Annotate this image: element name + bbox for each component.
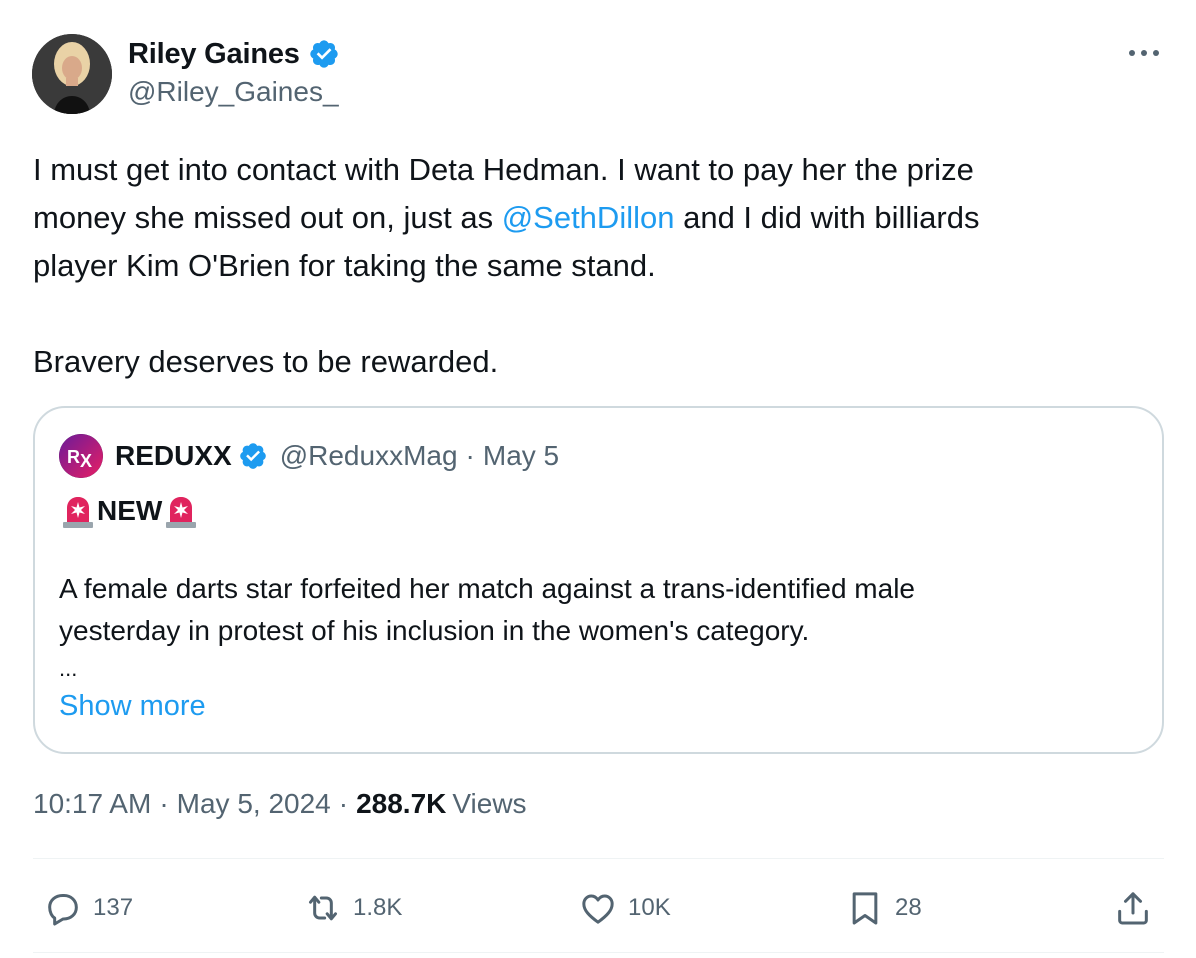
share-icon <box>1118 892 1148 925</box>
bookmark-icon <box>852 892 878 925</box>
quoted-author-name[interactable]: REDUXX <box>115 440 232 472</box>
quoted-tweet-card[interactable]: R X REDUXX @ReduxxMag · May 5 NEW A fema… <box>33 406 1164 754</box>
reply-button[interactable]: 137 <box>43 880 133 936</box>
more-horizontal-icon <box>1129 50 1159 56</box>
retweet-icon <box>309 895 337 921</box>
author-avatar[interactable] <box>32 34 112 114</box>
quoted-author-avatar[interactable]: R X <box>59 434 103 478</box>
verified-badge-icon[interactable] <box>308 38 340 70</box>
like-count: 10K <box>628 894 671 921</box>
separator-dot: · <box>338 788 349 819</box>
mention-link[interactable]: @SethDillon <box>502 200 675 235</box>
bookmark-button[interactable]: 28 <box>845 880 922 936</box>
tweet-line-fragment: and I did with billiards <box>674 200 980 235</box>
show-more-link[interactable]: Show more <box>59 690 206 723</box>
svg-text:X: X <box>80 451 92 471</box>
tweet-line: money she missed out on, just as @SethDi… <box>33 194 1153 242</box>
share-button[interactable] <box>1113 880 1153 936</box>
author-display-name[interactable]: Riley Gaines <box>128 38 300 71</box>
quoted-tweet-date[interactable]: May 5 <box>483 440 559 472</box>
like-button[interactable]: 10K <box>578 880 671 936</box>
police-light-icon <box>63 497 93 528</box>
quoted-author-handle[interactable]: @ReduxxMag <box>280 440 458 472</box>
reply-icon <box>48 894 78 926</box>
svg-text:R: R <box>67 447 80 467</box>
reply-count: 137 <box>93 894 134 921</box>
tweet-meta: 10:17 AM · May 5, 2024 · 288.7K Views <box>33 788 527 820</box>
tag-label: NEW <box>97 495 163 526</box>
tweet-text: I must get into contact with Deta Hedman… <box>33 146 1153 386</box>
verified-badge-icon <box>238 441 268 471</box>
quoted-text-line: A female darts star forfeited her match … <box>59 573 915 604</box>
quoted-ellipsis: ... <box>59 656 78 681</box>
tweet-line: I must get into contact with Deta Hedman… <box>33 152 974 187</box>
heart-icon <box>582 894 614 924</box>
tweet-time[interactable]: 10:17 AM <box>33 788 151 820</box>
quoted-text-line: yesterday in protest of his inclusion in… <box>59 615 810 646</box>
tweet-date[interactable]: May 5, 2024 <box>177 788 331 820</box>
action-bar: 137 1.8K 10K 28 <box>33 880 1164 936</box>
separator-dot: · <box>159 788 169 819</box>
tweet-line-fragment: money she missed out on, just as <box>33 200 502 235</box>
views-label: Views <box>452 788 527 819</box>
divider <box>33 858 1164 859</box>
author-block: Riley Gaines @Riley_Gaines_ <box>128 36 340 108</box>
bookmark-count: 28 <box>895 894 922 921</box>
separator-dot: · <box>465 440 475 471</box>
quoted-tweet-text: A female darts star forfeited her match … <box>59 568 1139 652</box>
quoted-tweet-header: R X REDUXX @ReduxxMag · May 5 <box>59 434 559 478</box>
repost-button[interactable]: 1.8K <box>303 880 402 936</box>
tweet-line: Bravery deserves to be rewarded. <box>33 344 499 379</box>
quoted-tweet-tag: NEW <box>59 490 200 532</box>
author-handle[interactable]: @Riley_Gaines_ <box>128 76 340 108</box>
more-options-button[interactable] <box>1126 38 1162 68</box>
police-light-icon <box>166 497 197 528</box>
divider <box>33 952 1164 953</box>
repost-count: 1.8K <box>353 894 403 921</box>
tweet-line: player Kim O'Brien for taking the same s… <box>33 248 656 283</box>
views-count: 288.7K <box>356 788 447 819</box>
